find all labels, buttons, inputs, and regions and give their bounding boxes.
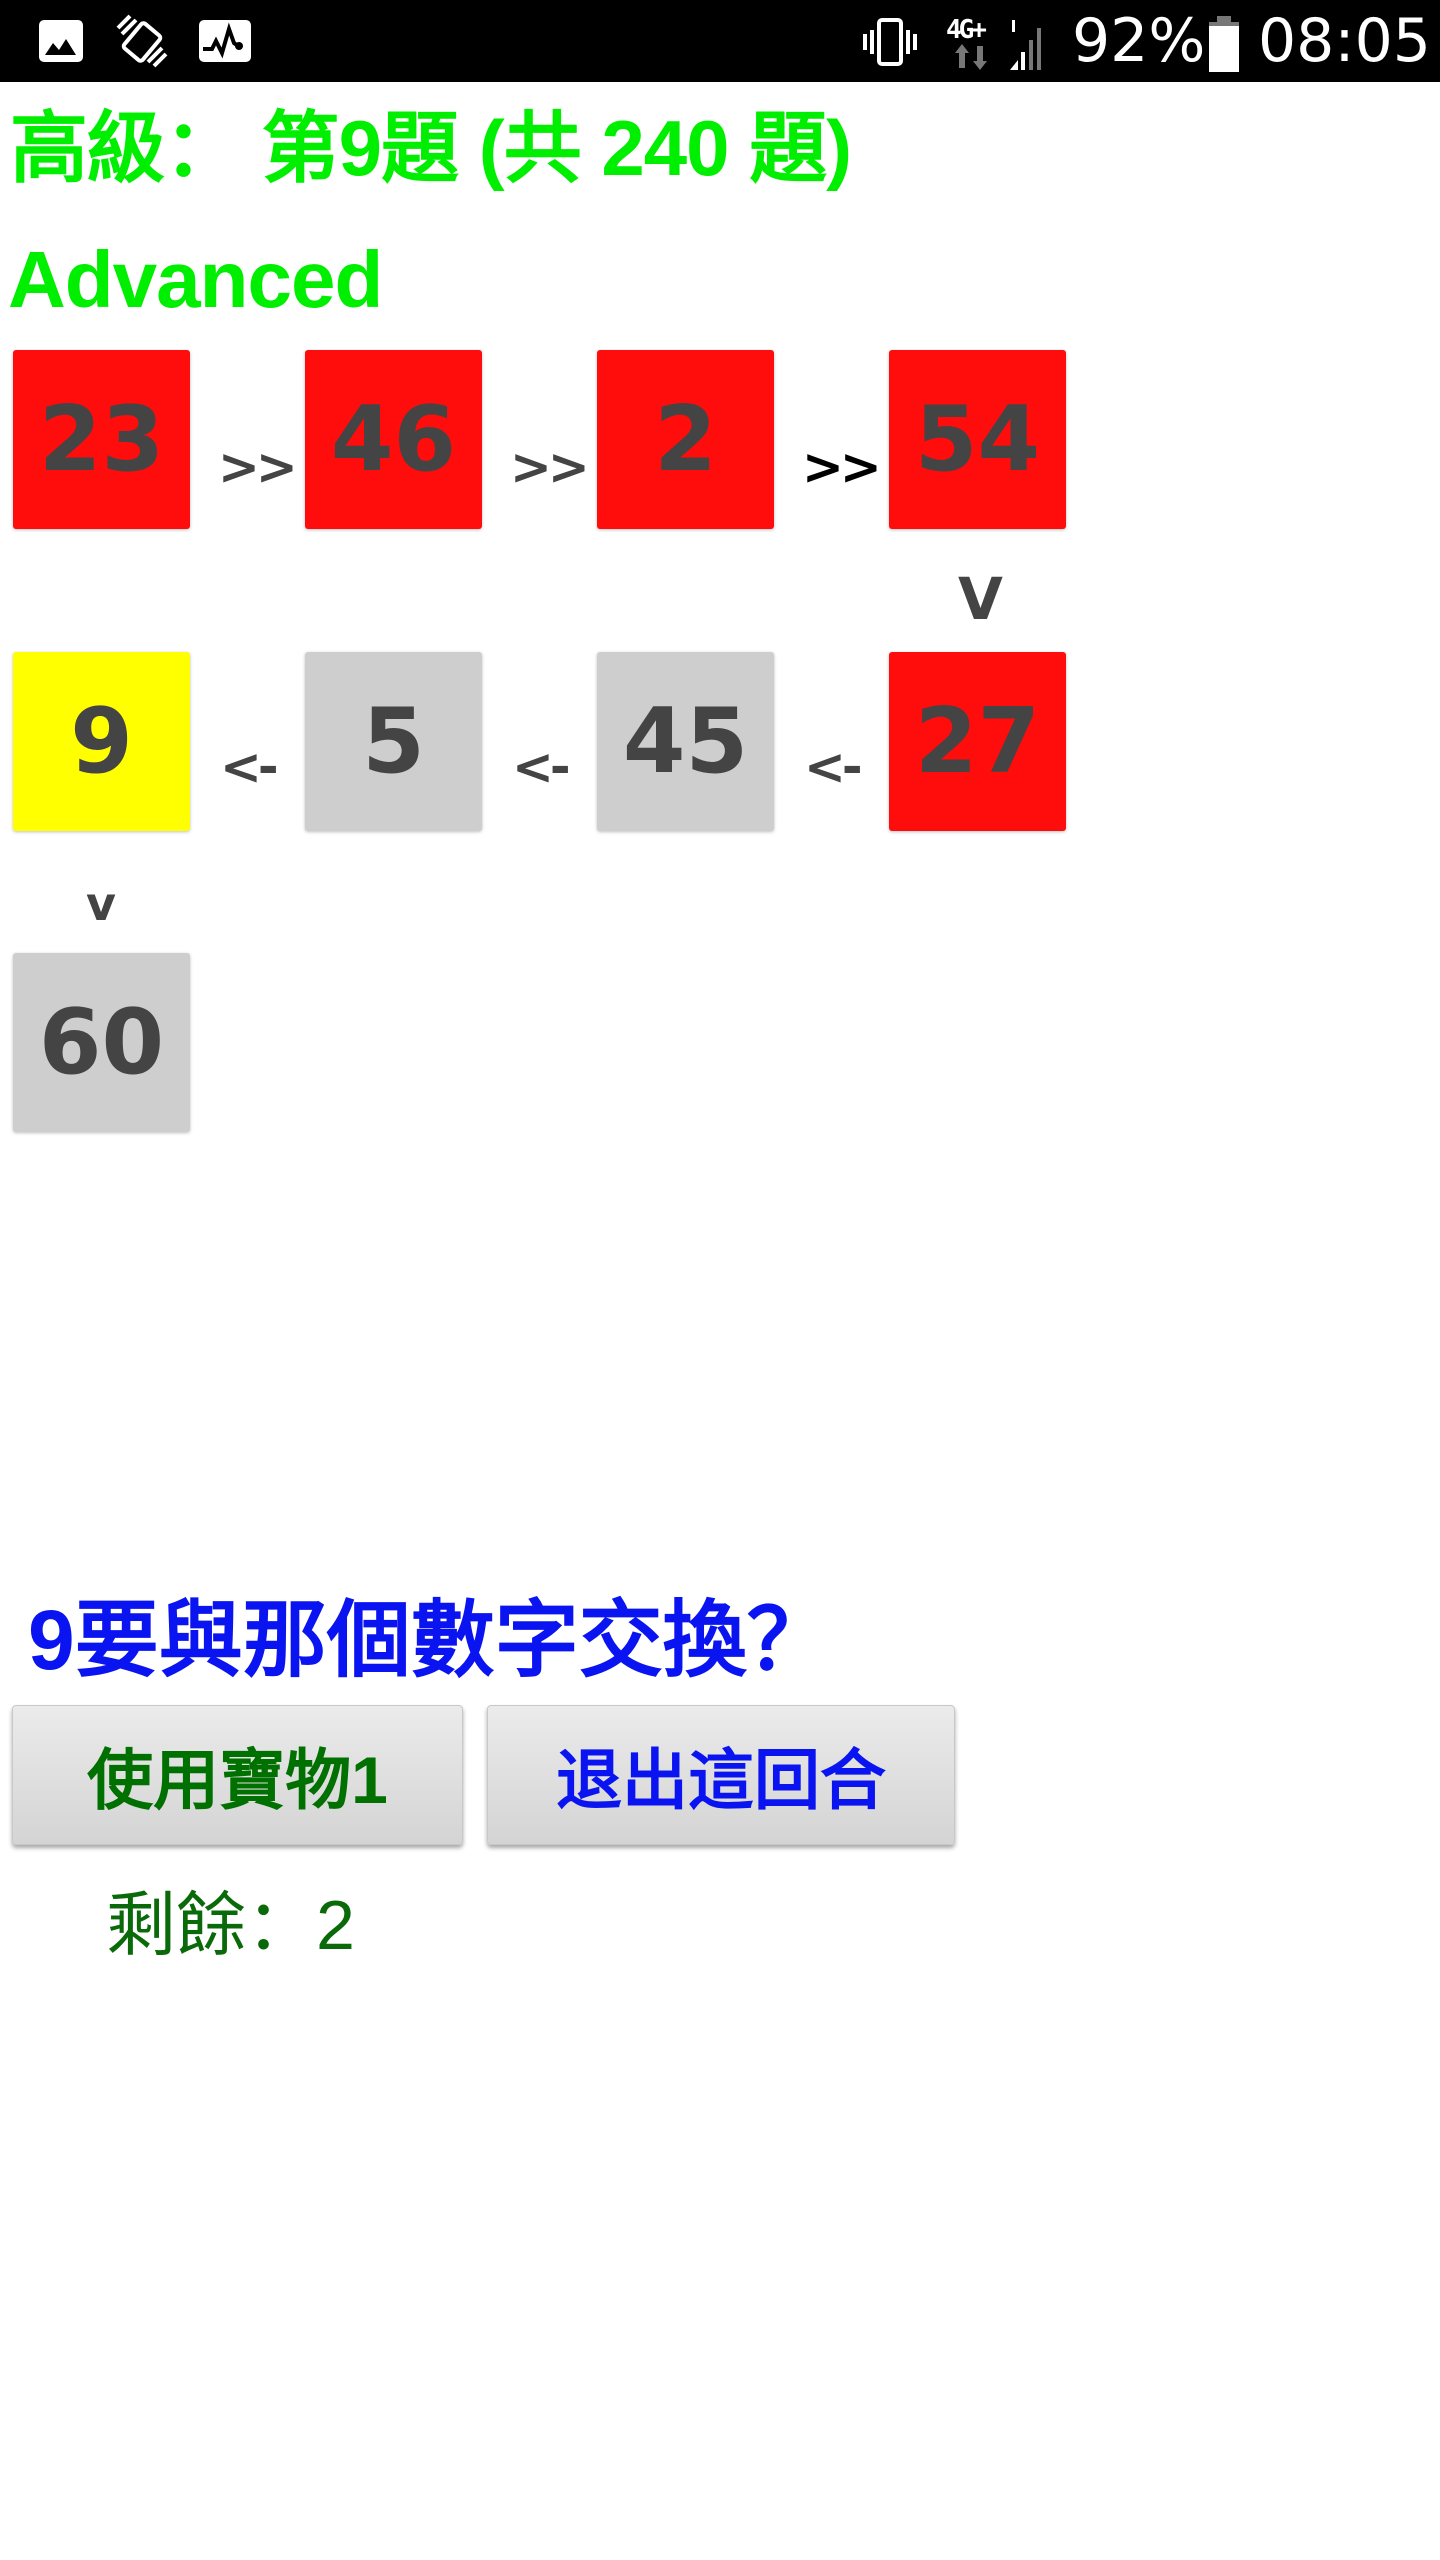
network-label: 4G+ (946, 15, 987, 45)
cell-value: 46 (330, 387, 457, 492)
number-cell[interactable]: 54 (889, 350, 1066, 529)
number-cell[interactable]: 60 (13, 953, 190, 1132)
number-cell[interactable]: 23 (13, 350, 190, 529)
cell-value: 9 (70, 689, 133, 794)
vibrate-icon (863, 18, 917, 66)
swap-question: 9要與那個數字交換？ (28, 1593, 831, 1687)
cell-value: 2 (654, 387, 717, 492)
right-arrow-connector: >> (218, 438, 298, 496)
right-arrow-connector: >> (802, 438, 882, 496)
number-cell[interactable]: 27 (889, 652, 1066, 831)
level-subtitle: Advanced (8, 235, 383, 324)
signal-strength-icon (1010, 20, 1041, 70)
left-arrow-connector: <- (804, 738, 863, 796)
left-arrow-connector: <- (220, 738, 279, 796)
exit-round-button[interactable]: 退出這回合 (487, 1705, 955, 1845)
left-arrow-connector: <- (512, 738, 571, 796)
number-cell[interactable]: 45 (597, 652, 774, 831)
cell-value: 23 (38, 387, 165, 492)
number-cell[interactable]: 2 (597, 350, 774, 529)
battery-icon (1209, 16, 1239, 72)
cell-value: 27 (914, 689, 1041, 794)
cell-value: 5 (362, 689, 425, 794)
cell-value: 60 (38, 990, 165, 1095)
use-treasure-button[interactable]: 使用寶物1 (12, 1705, 463, 1845)
current-number-cell[interactable]: 9 (13, 652, 190, 831)
cell-value: 45 (622, 689, 749, 794)
down-arrow-connector: V (958, 565, 1003, 633)
number-cell[interactable]: 46 (305, 350, 482, 529)
number-cell[interactable]: 5 (305, 652, 482, 831)
down-arrow-connector: v (86, 877, 116, 931)
remaining-count: 剩餘：2 (106, 1886, 355, 1964)
status-bar: 4G+ 92% 08:05 (0, 0, 1440, 82)
right-arrow-connector: >> (510, 438, 590, 496)
network-4g-plus-icon: 4G+ (946, 16, 998, 72)
battery-percent: 92% (1072, 6, 1206, 76)
level-title: 高級： 第9題 (共 240 題) (10, 104, 852, 192)
clock: 08:05 (1258, 6, 1431, 76)
activity-monitor-icon (199, 20, 251, 62)
cell-value: 54 (914, 387, 1041, 492)
auto-rotate-icon (116, 14, 168, 68)
gallery-icon (39, 20, 83, 62)
